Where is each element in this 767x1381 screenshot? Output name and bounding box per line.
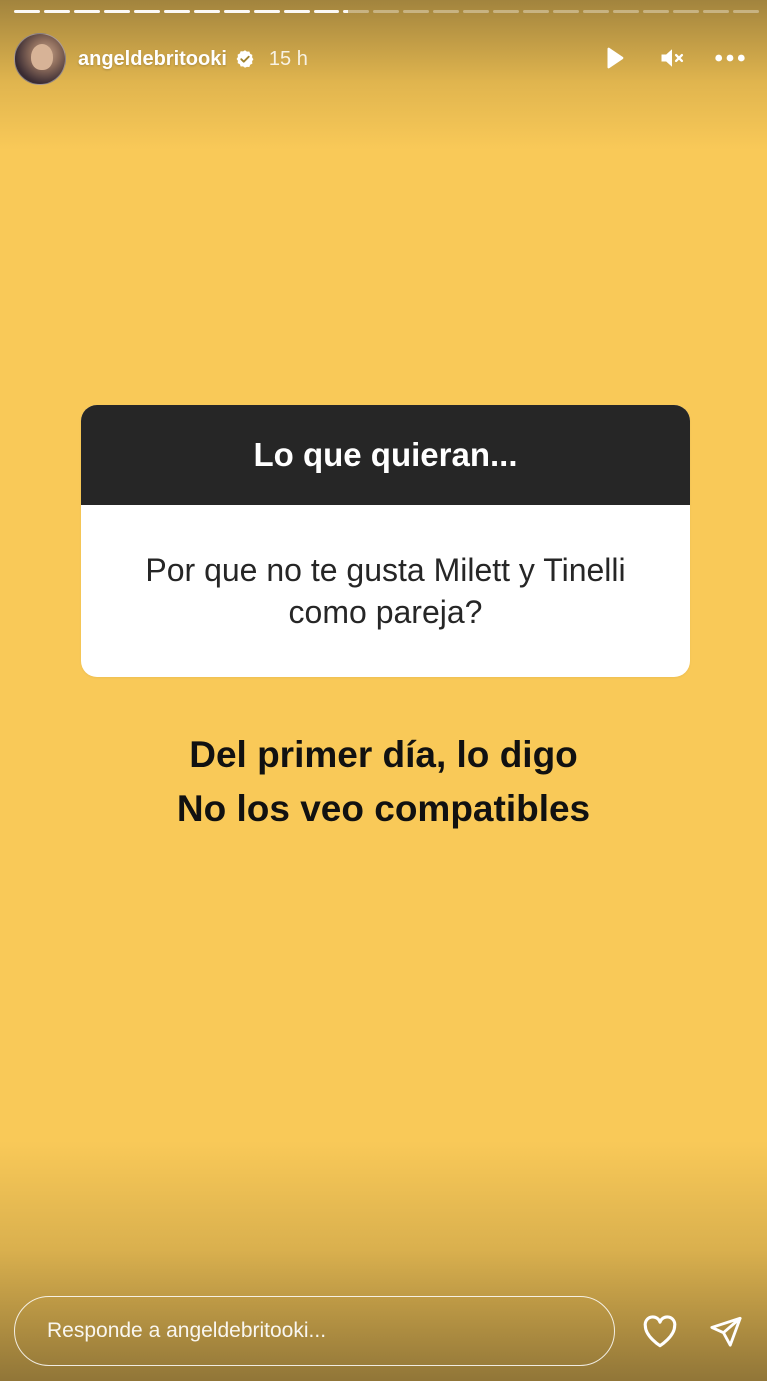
progress-segment [732, 10, 759, 13]
progress-segment [193, 10, 220, 13]
progress-segment [403, 10, 430, 13]
progress-segment [163, 10, 190, 13]
post-time: 15 h [268, 47, 308, 70]
progress-segment [133, 10, 160, 13]
progress-segment [223, 10, 250, 13]
progress-segment [583, 10, 610, 13]
progress-segment [553, 10, 580, 13]
question-text: Por que no te gusta Milett y Tinelli com… [145, 552, 626, 630]
verified-badge-icon [235, 49, 255, 69]
progress-segment [463, 10, 490, 13]
more-options-icon[interactable] [714, 42, 746, 74]
reply-placeholder: Responde a angeldebritooki... [47, 1319, 327, 1342]
question-sticker[interactable]: Lo que quieran... Por que no te gusta Mi… [81, 405, 690, 677]
progress-segment [283, 10, 310, 13]
progress-segment [613, 10, 640, 13]
muted-icon[interactable] [656, 42, 688, 74]
progress-segment [643, 10, 669, 13]
avatar[interactable] [14, 33, 66, 85]
progress-segment [433, 10, 460, 13]
progress-segment [313, 10, 340, 13]
progress-segment [253, 10, 280, 13]
progress-segment [672, 10, 699, 13]
progress-segment [343, 10, 370, 13]
reply-input[interactable]: Responde a angeldebritooki... [14, 1296, 615, 1366]
progress-segment [73, 10, 100, 13]
like-heart-icon[interactable] [640, 1311, 680, 1351]
send-direct-icon[interactable] [706, 1311, 746, 1351]
progress-segment [493, 10, 520, 13]
story-header: angeldebritooki 15 h [14, 32, 754, 86]
username[interactable]: angeldebritooki [78, 48, 227, 71]
progress-segment [373, 10, 400, 13]
answer-line-1: Del primer día, lo digo [189, 734, 578, 775]
question-prompt: Lo que quieran... [81, 405, 690, 505]
story-canvas[interactable]: angeldebritooki 15 h Lo que quieran... P… [0, 0, 767, 1381]
progress-segment [103, 10, 130, 13]
story-progress-bar [14, 10, 759, 13]
answer-text: Del primer día, lo digo No los veo compa… [0, 728, 767, 836]
progress-segment [702, 10, 729, 13]
progress-segment [523, 10, 550, 13]
play-icon[interactable] [598, 42, 630, 74]
progress-segment [14, 10, 40, 13]
answer-line-2: No los veo compatibles [176, 788, 591, 829]
progress-segment [43, 10, 70, 13]
